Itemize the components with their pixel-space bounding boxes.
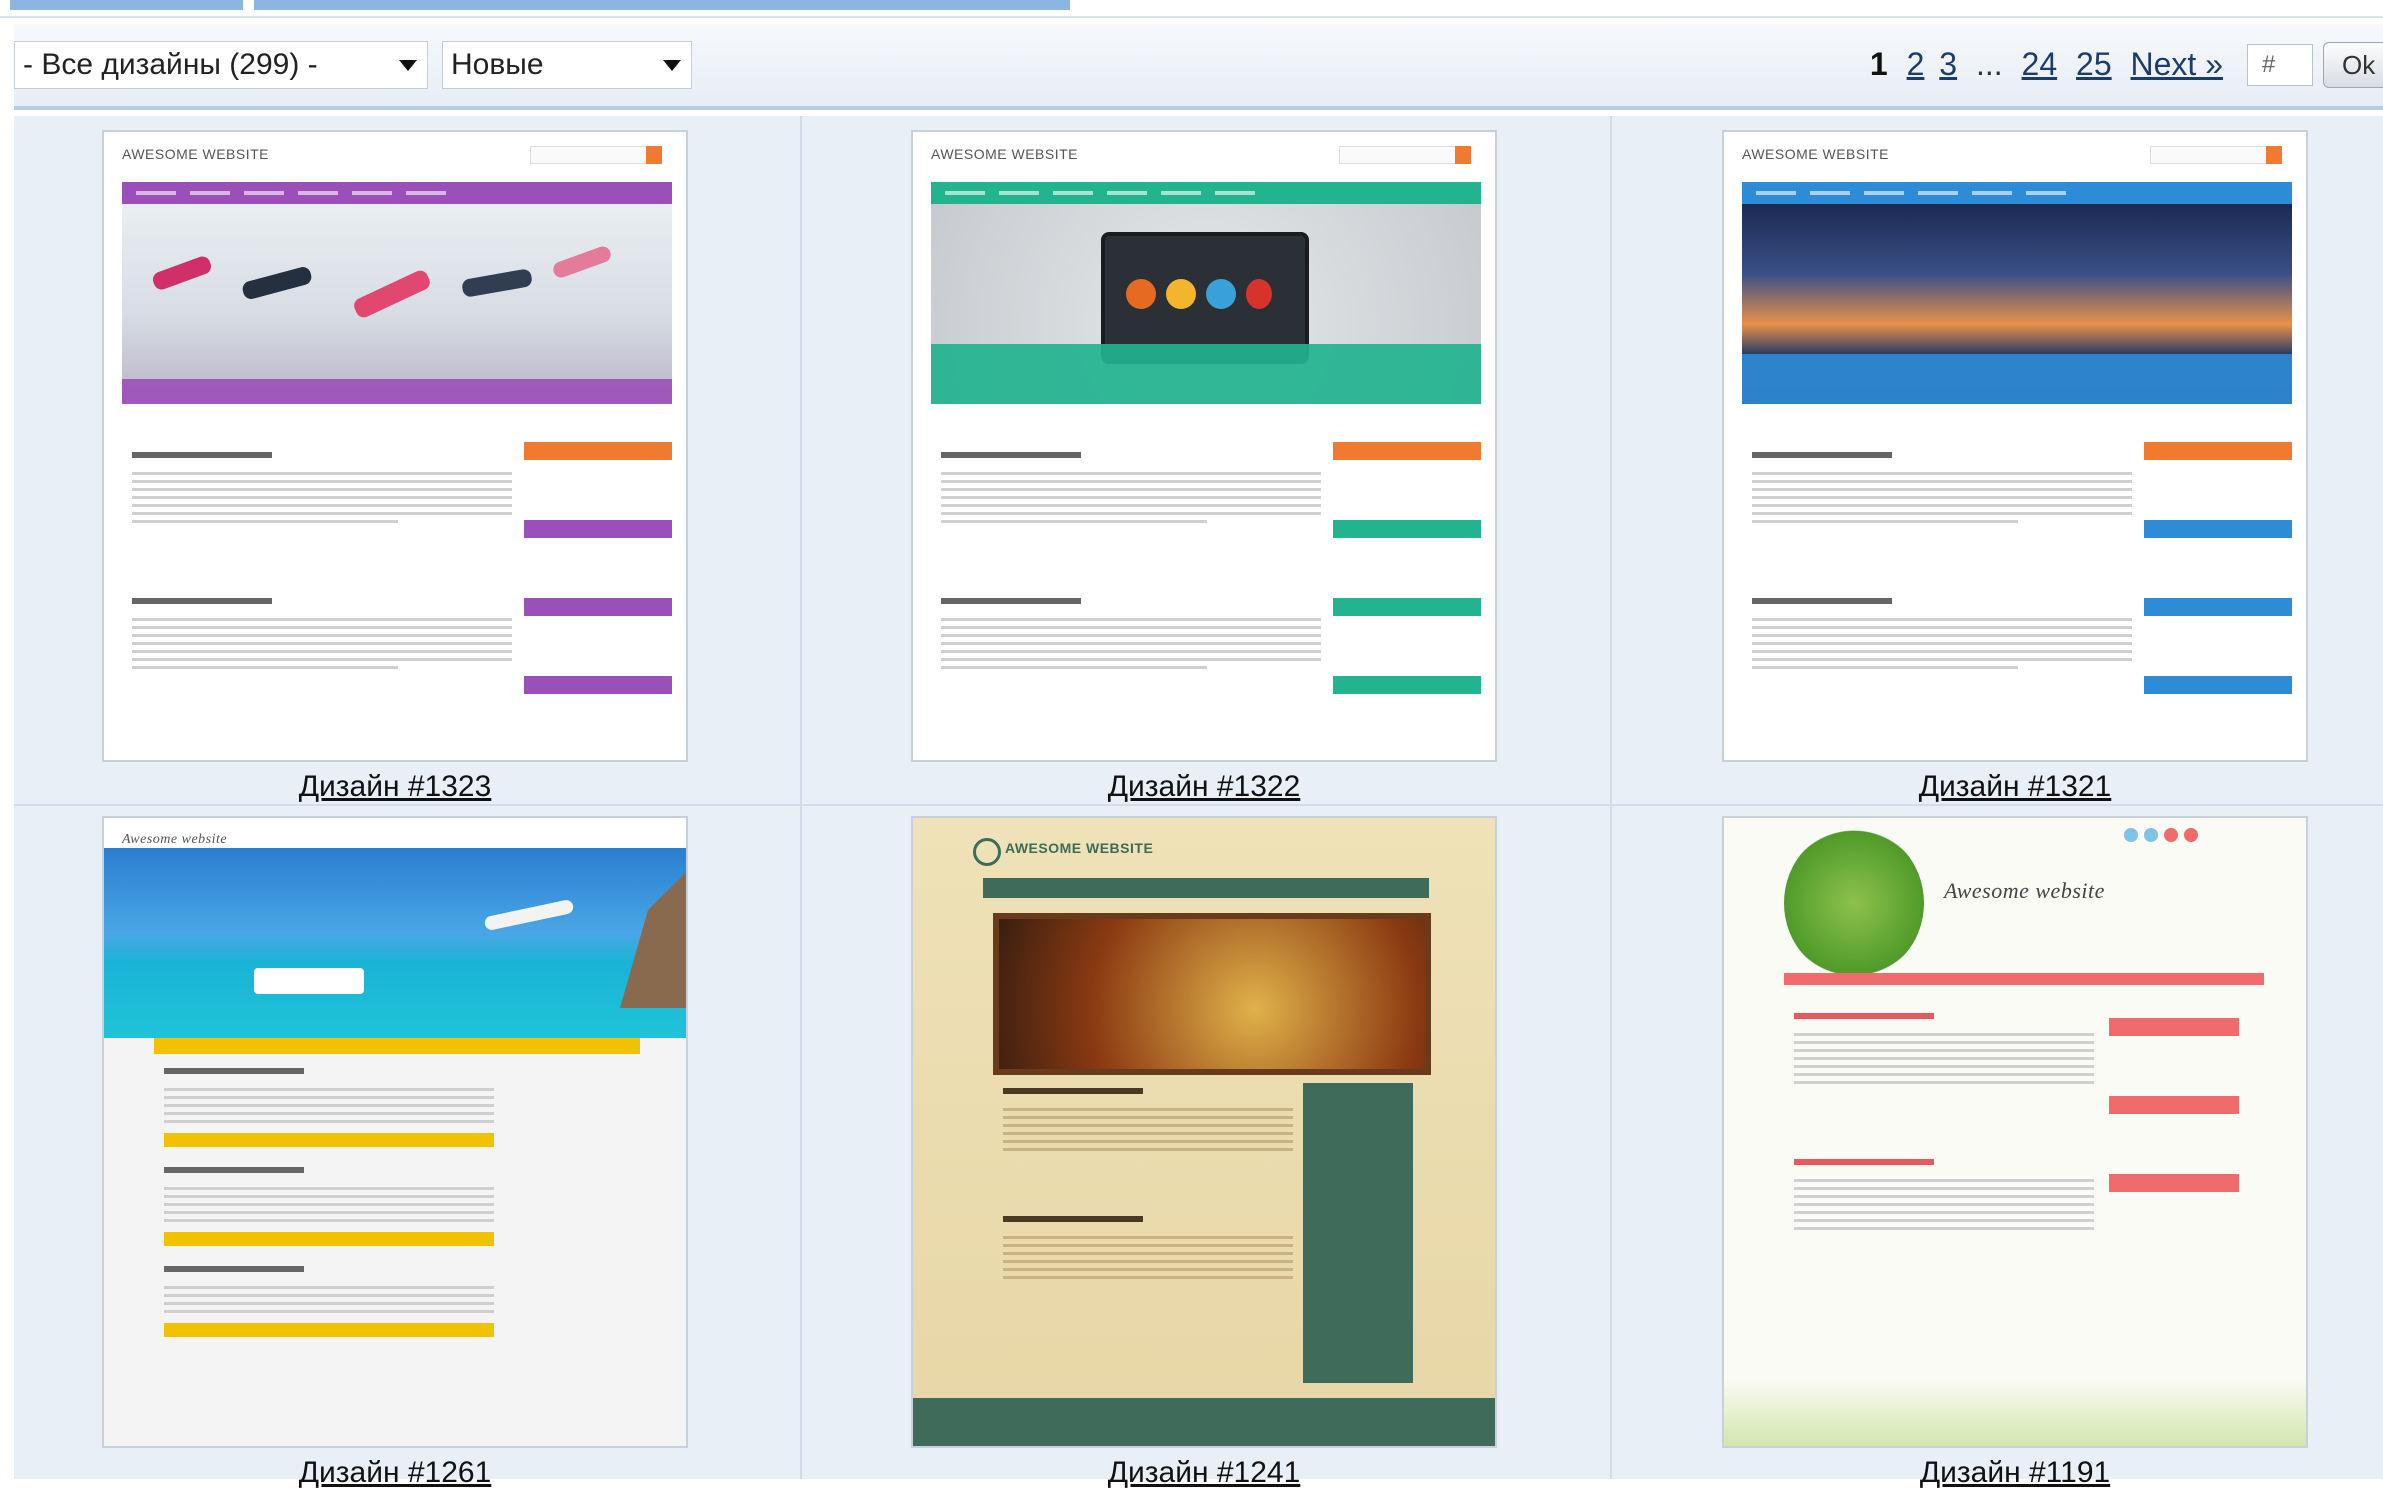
mockup-logo: AWESOME WEBSITE bbox=[931, 146, 1078, 162]
design-thumbnail[interactable]: Awesome website bbox=[102, 816, 688, 1448]
mockup-logo: AWESOME WEBSITE bbox=[1742, 146, 1889, 162]
mockup-logo: Awesome website bbox=[122, 832, 228, 847]
pagination: 1 2 3 ... 24 25 Next » bbox=[1860, 42, 2223, 86]
design-thumbnail[interactable]: AWESOME WEBSITE bbox=[911, 130, 1497, 762]
sort-select-value: Новые bbox=[451, 48, 544, 81]
chevron-down-icon bbox=[663, 60, 681, 71]
design-caption-link[interactable]: Дизайн #1261 bbox=[102, 1456, 688, 1490]
category-select-value: - Все дизайны (299) - bbox=[23, 48, 318, 81]
design-thumbnail[interactable]: AWESOME WEBSITE bbox=[1722, 130, 2308, 762]
page-current: 1 bbox=[1869, 46, 1888, 82]
design-caption-link[interactable]: Дизайн #1241 bbox=[911, 1456, 1497, 1490]
mockup-logo: AWESOME WEBSITE bbox=[122, 146, 269, 162]
design-thumbnail[interactable]: Awesome website bbox=[1722, 816, 2308, 1448]
design-caption-link[interactable]: Дизайн #1191 bbox=[1722, 1456, 2308, 1490]
page-link-2[interactable]: 2 bbox=[1907, 46, 1925, 82]
chevron-down-icon bbox=[399, 60, 417, 71]
ok-button[interactable]: Ok bbox=[2323, 42, 2383, 88]
design-caption-link[interactable]: Дизайн #1321 bbox=[1722, 770, 2308, 804]
next-page-link[interactable]: Next » bbox=[2131, 46, 2223, 82]
design-thumbnail[interactable]: AWESOME WEBSITE bbox=[102, 130, 688, 762]
page-header-strip bbox=[0, 0, 2383, 18]
page-ellipsis: ... bbox=[1975, 46, 2003, 82]
design-grid: AWESOME WEBSITE Дизайн #1323 AWESOME WEB… bbox=[14, 116, 2383, 1489]
page-link-25[interactable]: 25 bbox=[2076, 46, 2112, 82]
mockup-logo: Awesome website bbox=[1944, 878, 2105, 903]
page-link-3[interactable]: 3 bbox=[1939, 46, 1957, 82]
mockup-logo: AWESOME WEBSITE bbox=[1005, 840, 1154, 856]
page-link-24[interactable]: 24 bbox=[2022, 46, 2058, 82]
design-caption-link[interactable]: Дизайн #1322 bbox=[911, 770, 1497, 804]
design-thumbnail[interactable]: AWESOME WEBSITE bbox=[911, 816, 1497, 1448]
sort-select[interactable]: Новые bbox=[442, 41, 692, 89]
category-select[interactable]: - Все дизайны (299) - bbox=[14, 41, 428, 89]
goto-page-input[interactable]: # bbox=[2247, 44, 2313, 86]
design-caption-link[interactable]: Дизайн #1323 bbox=[102, 770, 688, 804]
filter-toolbar: - Все дизайны (299) - Новые 1 2 3 ... 24… bbox=[14, 24, 2383, 110]
